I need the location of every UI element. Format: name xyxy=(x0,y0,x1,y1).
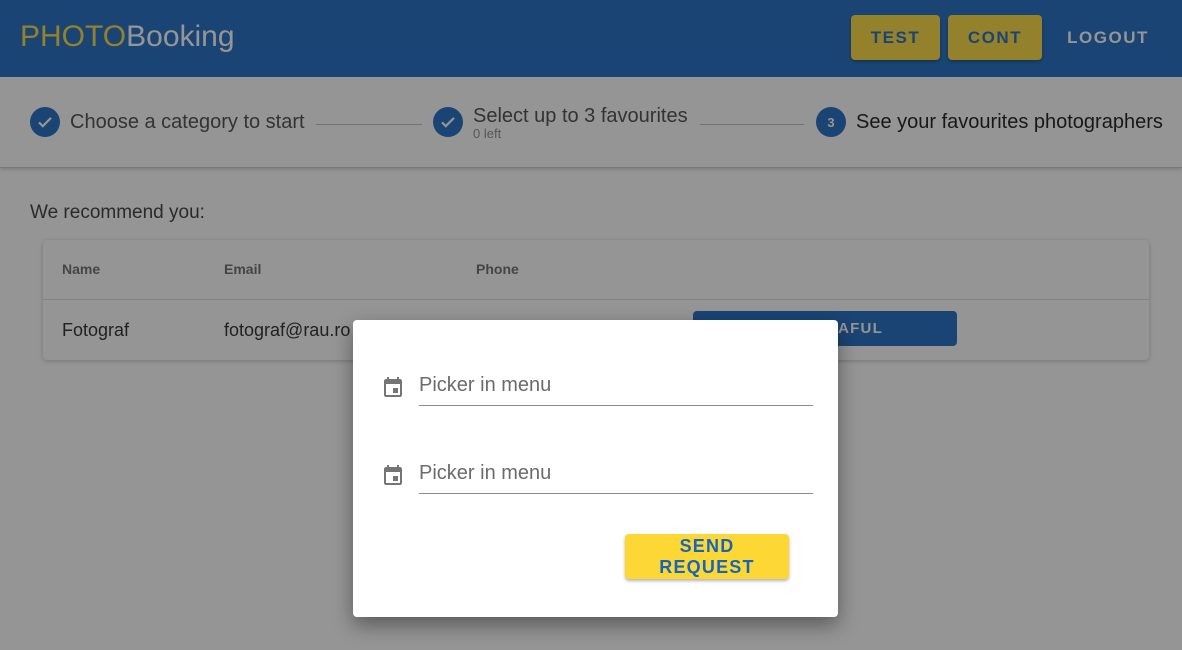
calendar-icon[interactable] xyxy=(381,463,405,487)
date-picker-field[interactable] xyxy=(381,453,813,503)
booking-dialog: SEND REQUEST xyxy=(353,320,838,617)
date-picker-input[interactable] xyxy=(419,365,813,406)
date-picker-input[interactable] xyxy=(419,453,813,494)
calendar-icon[interactable] xyxy=(381,375,405,399)
send-request-button[interactable]: SEND REQUEST xyxy=(625,534,789,579)
date-picker-field[interactable] xyxy=(381,365,813,415)
